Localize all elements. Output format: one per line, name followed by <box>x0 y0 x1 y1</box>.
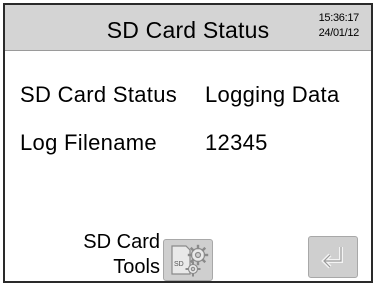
clock: 15:36:17 24/01/12 <box>318 11 360 41</box>
title-bar: SD Card Status 15:36:17 24/01/12 <box>5 5 371 51</box>
back-button[interactable] <box>308 236 358 278</box>
page-title: SD Card Status <box>106 17 270 43</box>
device-screen: SD Card Status 15:36:17 24/01/12 SD Card… <box>3 3 373 283</box>
sd-card-tools-label-line1: SD Card <box>83 231 160 253</box>
sd-card-tools-label: SD Card Tools <box>65 230 160 280</box>
status-label: SD Card Status <box>20 82 178 107</box>
filename-label: Log Filename <box>20 130 157 155</box>
sd-card-gears-icon: SD <box>171 244 209 277</box>
filename-value: 12345 <box>205 130 268 155</box>
clock-time: 15:36:17 <box>318 12 360 24</box>
return-arrow-icon <box>321 247 343 269</box>
clock-date: 24/01/12 <box>318 27 360 39</box>
sd-card-tools-label-line2: Tools <box>113 256 160 278</box>
status-value: Logging Data <box>205 82 340 107</box>
sd-card-icon-text: SD <box>174 261 184 268</box>
sd-card-tools-button[interactable]: SD <box>163 239 213 281</box>
